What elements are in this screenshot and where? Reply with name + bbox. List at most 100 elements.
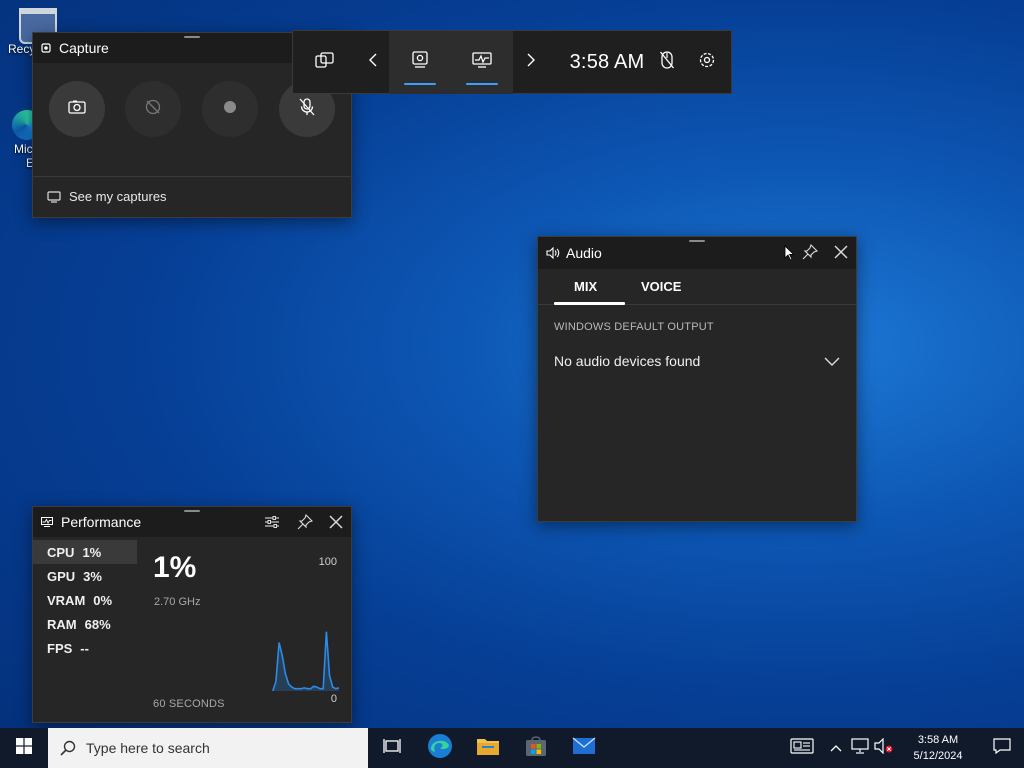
tab-voice[interactable]: VOICE (641, 279, 681, 294)
start-button[interactable] (0, 728, 48, 768)
file-explorer-button[interactable] (464, 728, 512, 768)
chart-min-label: 0 (330, 693, 337, 705)
performance-header[interactable]: Performance (33, 507, 351, 537)
metric-value: 1% (82, 544, 102, 560)
network-icon (851, 737, 869, 759)
audio-widget: Audio MIX VOICE WINDOWS DEFAULT OUTPUT N… (537, 236, 857, 522)
volume-button[interactable] (872, 728, 896, 768)
speaker-icon (546, 247, 560, 259)
news-icon (790, 737, 814, 759)
news-widget-button[interactable] (780, 728, 824, 768)
action-center-button[interactable] (980, 728, 1024, 768)
audio-header[interactable]: Audio (538, 237, 856, 269)
gallery-icon (47, 190, 61, 203)
folder-icon (476, 736, 500, 761)
chevron-left-icon (368, 52, 378, 73)
volume-muted-icon (874, 737, 894, 759)
close-icon[interactable] (834, 245, 848, 262)
performance-widget: Performance CPU 1% GPU 3% VRAM 0% RAM 68… (32, 506, 352, 723)
screenshot-button[interactable] (49, 81, 105, 137)
settings-button[interactable] (691, 31, 723, 94)
metric-cpu[interactable]: CPU 1% (33, 540, 137, 564)
capture-divider (33, 176, 351, 177)
chart-max-label: 100 (318, 556, 337, 568)
close-icon[interactable] (329, 515, 343, 532)
options-icon[interactable] (264, 515, 280, 532)
output-device-dropdown[interactable]: No audio devices found (538, 341, 856, 381)
metric-list: CPU 1% GPU 3% VRAM 0% RAM 68% FPS -- (33, 540, 137, 660)
capture-toggle-icon (412, 51, 428, 74)
metric-value: 68% (84, 616, 111, 632)
metric-name: VRAM (47, 592, 86, 608)
drag-handle[interactable] (184, 36, 200, 38)
chart-time-label: 60 SECONDS (153, 698, 225, 710)
system-tray: 3:58 AM 5/12/2024 (780, 728, 1024, 768)
scroll-left-button[interactable] (357, 31, 389, 94)
search-placeholder: Type here to search (86, 740, 210, 756)
clock-date: 5/12/2024 (913, 750, 963, 762)
default-output-label: WINDOWS DEFAULT OUTPUT (554, 321, 714, 333)
capture-title: Capture (59, 40, 109, 56)
metric-name: FPS (47, 640, 73, 656)
tab-mix[interactable]: MIX (574, 279, 597, 294)
record-dot-icon (223, 100, 237, 119)
drag-handle[interactable] (689, 240, 705, 242)
mail-icon (572, 736, 596, 760)
cpu-usage-chart (272, 631, 339, 691)
performance-toggle-indicator (466, 83, 498, 85)
mouse-pointer-icon (784, 245, 795, 264)
widget-menu-button[interactable] (301, 31, 349, 94)
windows-logo-icon (16, 737, 32, 759)
pin-icon[interactable] (297, 513, 314, 533)
mail-button[interactable] (560, 728, 608, 768)
tab-mix-indicator (554, 302, 625, 305)
see-my-captures-link[interactable]: See my captures (47, 189, 167, 204)
task-view-icon (383, 738, 401, 759)
metric-name: GPU (47, 568, 76, 584)
performance-widget-toggle[interactable] (451, 31, 513, 94)
metric-value: 3% (83, 568, 102, 584)
microsoft-store-button[interactable] (512, 728, 560, 768)
network-button[interactable] (848, 728, 872, 768)
mouse-lock-button[interactable] (651, 31, 683, 94)
record-last-30s-button[interactable] (125, 81, 181, 137)
taskbar-search-box[interactable]: Type here to search (48, 728, 368, 768)
chevron-right-icon (526, 52, 536, 73)
mic-off-icon (299, 97, 315, 121)
output-device-value: No audio devices found (554, 353, 701, 369)
edge-taskbar-button[interactable] (416, 728, 464, 768)
show-hidden-icons-button[interactable] (824, 728, 848, 768)
metric-value: -- (80, 640, 89, 656)
start-recording-button[interactable] (202, 81, 258, 137)
chevron-down-icon (824, 354, 840, 372)
metric-value: 0% (93, 592, 113, 608)
metric-vram[interactable]: VRAM 0% (33, 588, 137, 612)
metric-name: RAM (47, 616, 77, 632)
performance-title: Performance (61, 514, 142, 530)
game-bar-clock: 3:58 AM (549, 31, 665, 94)
store-icon (525, 735, 547, 762)
record-last-icon (144, 98, 162, 121)
capture-widget-toggle[interactable] (389, 31, 451, 94)
clock-time: 3:58 AM (917, 734, 959, 746)
game-bar: 3:58 AM (292, 30, 732, 94)
task-view-button[interactable] (368, 728, 416, 768)
scroll-right-button[interactable] (515, 31, 547, 94)
edge-icon (427, 733, 453, 764)
cpu-frequency: 2.70 GHz (154, 596, 201, 608)
metric-fps[interactable]: FPS -- (33, 636, 137, 660)
performance-header-icon (41, 517, 53, 527)
performance-toggle-icon (472, 52, 492, 73)
camera-icon (68, 100, 86, 119)
metric-name: CPU (47, 544, 75, 560)
drag-handle[interactable] (184, 510, 200, 512)
pin-icon[interactable] (802, 243, 819, 263)
search-icon (60, 740, 76, 756)
audio-title: Audio (566, 245, 602, 261)
metric-ram[interactable]: RAM 68% (33, 612, 137, 636)
metric-gpu[interactable]: GPU 3% (33, 564, 137, 588)
cpu-usage-value: 1% (153, 551, 197, 584)
game-bar-time: 3:58 AM (569, 51, 645, 73)
taskbar-clock[interactable]: 3:58 AM 5/12/2024 (896, 732, 980, 764)
gear-icon (698, 51, 716, 74)
